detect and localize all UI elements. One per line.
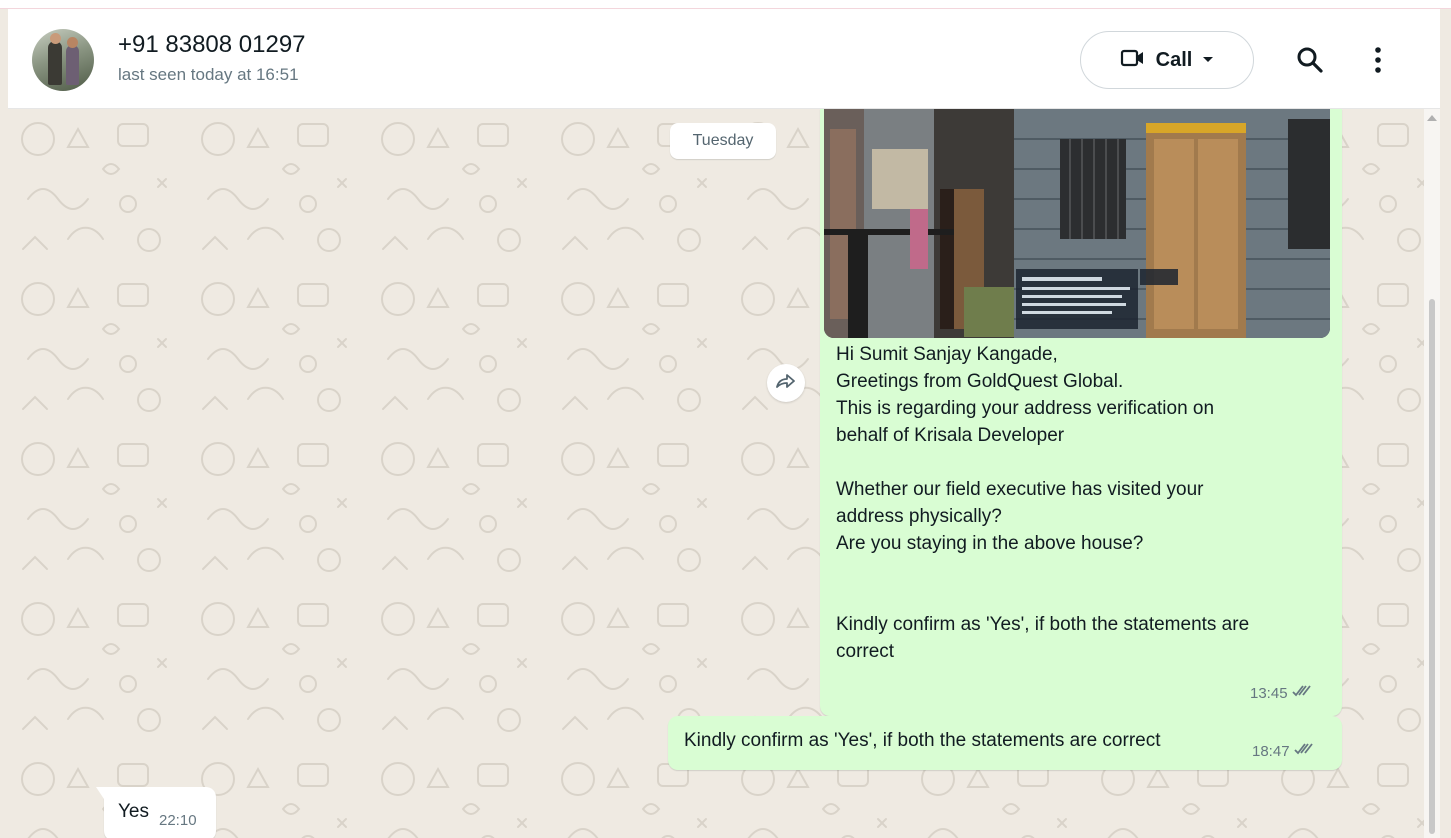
scroll-thumb[interactable] [1429, 299, 1435, 834]
message-meta: 18:47 [1252, 742, 1316, 760]
message-line [836, 557, 1326, 584]
window-top-strip [0, 0, 1451, 9]
message-line: correct [836, 641, 895, 662]
incoming-message-bubble[interactable]: Yes 22:10 [96, 787, 216, 838]
message-line: Hi Sumit Sanjay Kangade, [836, 344, 1058, 365]
message-text: Yes [118, 801, 149, 822]
message-photo[interactable] [824, 109, 1330, 338]
message-line: Kindly confirm as 'Yes', if both the sta… [836, 614, 1250, 635]
message-meta: 22:10 [159, 812, 197, 829]
chat-scrollbar[interactable] [1424, 109, 1440, 838]
outgoing-message-bubble[interactable]: Hi Sumit Sanjay Kangade, Greetings from G… [820, 109, 1342, 716]
message-line [836, 584, 1326, 611]
search-button[interactable] [1295, 45, 1325, 75]
call-button[interactable]: Call [1080, 31, 1254, 89]
menu-button[interactable] [1368, 45, 1388, 75]
forward-icon [775, 372, 797, 395]
search-icon [1295, 47, 1325, 79]
chat-header: +91 83808 01297 last seen today at 16:51… [8, 9, 1440, 109]
message-line: behalf of Krisala Developer [836, 425, 1065, 446]
message-line: Greetings from GoldQuest Global. [836, 371, 1124, 392]
outgoing-message-bubble[interactable]: Kindly confirm as 'Yes', if both the sta… [668, 716, 1342, 770]
contact-name[interactable]: +91 83808 01297 [118, 31, 306, 59]
kebab-menu-icon [1368, 47, 1388, 79]
double-check-icon [1293, 742, 1316, 760]
message-text: Hi Sumit Sanjay Kangade, Greetings from G… [836, 341, 1326, 665]
message-time: 18:47 [1252, 742, 1290, 760]
video-camera-icon [1120, 48, 1146, 73]
message-line: Are you staying in the above house? [836, 533, 1144, 554]
caret-down-icon [1202, 51, 1214, 69]
message-meta: 13:45 [1250, 684, 1314, 702]
message-line [836, 449, 1326, 476]
message-line: address physically? [836, 506, 1002, 527]
message-text: Kindly confirm as 'Yes', if both the sta… [684, 730, 1161, 751]
scroll-up-arrow[interactable] [1427, 115, 1437, 121]
date-divider: Tuesday [670, 123, 776, 159]
message-line: Whether our field executive has visited … [836, 479, 1204, 500]
contact-avatar[interactable] [32, 29, 94, 91]
double-check-icon [1291, 684, 1314, 702]
message-time: 22:10 [159, 812, 197, 829]
forward-button[interactable] [767, 364, 805, 402]
contact-status: last seen today at 16:51 [118, 65, 299, 84]
call-button-label: Call [1155, 48, 1193, 71]
message-line: This is regarding your address verificat… [836, 398, 1215, 419]
chat-area[interactable]: Tuesday Hi Sumit Sanjay Kangade, Greetin… [8, 109, 1424, 838]
message-time: 13:45 [1250, 684, 1288, 702]
